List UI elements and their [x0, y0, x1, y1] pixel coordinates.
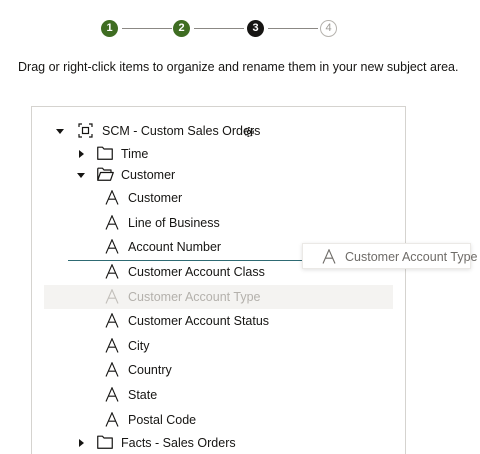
attribute-icon: [105, 387, 119, 402]
attribute-icon: [105, 190, 119, 205]
tree-attribute-label: Account Number: [128, 240, 222, 254]
step-connector: [194, 28, 244, 29]
folder-open-icon: [97, 167, 114, 181]
tree-root-row[interactable]: SCM - Custom Sales Orders: [32, 119, 405, 143]
drop-indicator: [68, 260, 302, 261]
tree-folder-facts[interactable]: Facts - Sales Orders: [32, 431, 405, 454]
collapse-caret-icon[interactable]: [56, 129, 64, 134]
gear-icon[interactable]: [243, 126, 255, 138]
expand-caret-icon[interactable]: [79, 439, 84, 447]
attribute-icon: [322, 249, 336, 264]
step-1-complete[interactable]: 1: [101, 20, 118, 37]
tree-attribute-label: Line of Business: [128, 216, 220, 230]
attribute-icon: [105, 313, 119, 328]
step-2-complete[interactable]: 2: [173, 20, 190, 37]
folder-icon: [97, 146, 113, 160]
attribute-icon: [105, 338, 119, 353]
instruction-text: Drag or right-click items to organize an…: [18, 60, 459, 74]
collapse-caret-icon[interactable]: [77, 173, 85, 178]
tree-attribute-row[interactable]: City: [32, 334, 405, 358]
tree-attribute-label: Customer: [128, 191, 183, 205]
tree-attribute-label: Customer Account Type: [128, 290, 261, 304]
step-4-upcoming[interactable]: 4: [320, 20, 337, 37]
attribute-icon: [105, 239, 119, 254]
tree-attribute-label: Postal Code: [128, 413, 197, 427]
tree-folder-customer[interactable]: Customer: [32, 163, 405, 187]
step-3-current[interactable]: 3: [247, 20, 264, 37]
tree-attribute-label: City: [128, 339, 150, 353]
subject-area-icon: [78, 123, 93, 138]
drag-ghost-item[interactable]: Customer Account Type: [302, 243, 477, 269]
tree-folder-label: Facts - Sales Orders: [121, 436, 236, 450]
attribute-icon: [105, 412, 119, 427]
expand-caret-icon[interactable]: [79, 150, 84, 158]
step-connector: [268, 28, 318, 29]
tree-attribute-row[interactable]: Customer Account Status: [32, 309, 405, 333]
step-connector: [122, 28, 172, 29]
tree-attribute-row[interactable]: Customer: [32, 186, 405, 210]
drag-ghost-label: Customer Account Type: [345, 250, 478, 264]
attribute-icon: [105, 215, 119, 230]
tree-attribute-label: Country: [128, 363, 172, 377]
tree-attribute-row-dragging[interactable]: Customer Account Type: [44, 285, 393, 309]
tree-attribute-row[interactable]: Line of Business: [32, 211, 405, 235]
tree-attribute-label: State: [128, 388, 158, 402]
subject-area-tree[interactable]: SCM - Custom Sales Orders Time Customer …: [31, 106, 406, 454]
tree-attribute-row[interactable]: State: [32, 383, 405, 407]
tree-root-label: SCM - Custom Sales Orders: [102, 124, 261, 138]
attribute-icon: [105, 264, 119, 279]
tree-attribute-label: Customer Account Class: [128, 265, 265, 279]
attribute-icon: [105, 289, 119, 304]
tree-folder-label: Customer: [121, 168, 176, 182]
tree-folder-label: Time: [121, 147, 149, 161]
tree-attribute-label: Customer Account Status: [128, 314, 270, 328]
attribute-icon: [105, 362, 119, 377]
folder-icon: [97, 435, 113, 449]
tree-attribute-row[interactable]: Postal Code: [32, 408, 405, 432]
tree-attribute-row[interactable]: Country: [32, 358, 405, 382]
step-train: 1 2 3 4: [101, 20, 341, 38]
